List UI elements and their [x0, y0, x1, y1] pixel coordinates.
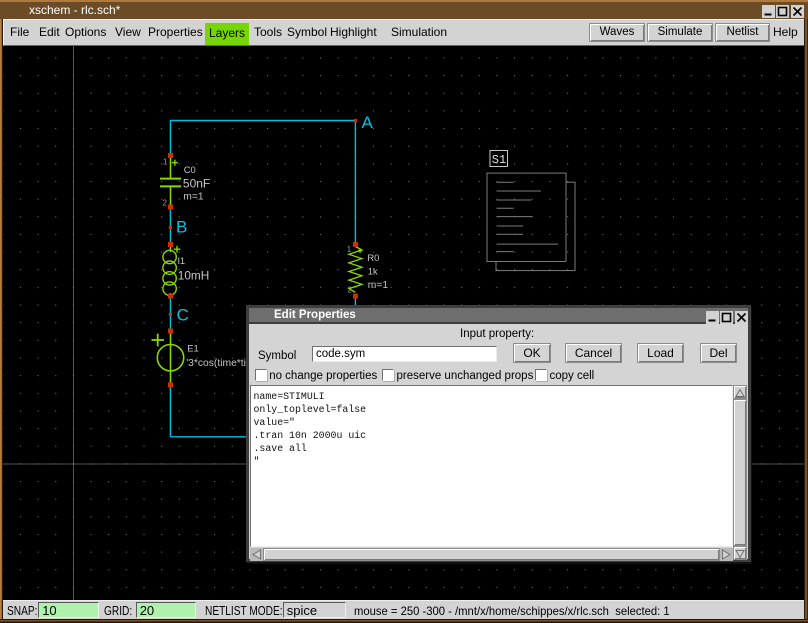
svg-text:m=1: m=1	[368, 280, 389, 291]
svg-text:B: B	[176, 218, 187, 237]
svg-text:1: 1	[163, 158, 168, 167]
svg-text:50nF: 50nF	[183, 176, 210, 190]
svg-text:1: 1	[347, 245, 352, 254]
svg-text:m=1: m=1	[183, 192, 204, 203]
svg-text:'3*cos(time*ti: '3*cos(time*ti	[186, 358, 246, 369]
svg-text:l1: l1	[178, 255, 185, 266]
svg-text:2: 2	[163, 199, 168, 208]
svg-text:C0: C0	[184, 164, 196, 175]
svg-text:1k: 1k	[368, 266, 378, 277]
svg-text:C: C	[177, 306, 189, 325]
svg-text:S1: S1	[492, 153, 506, 167]
svg-text:2: 2	[348, 286, 353, 295]
svg-text:A: A	[362, 113, 374, 132]
svg-text:R0: R0	[367, 252, 379, 263]
svg-text:E1: E1	[187, 343, 198, 354]
svg-text:10mH: 10mH	[178, 269, 209, 283]
